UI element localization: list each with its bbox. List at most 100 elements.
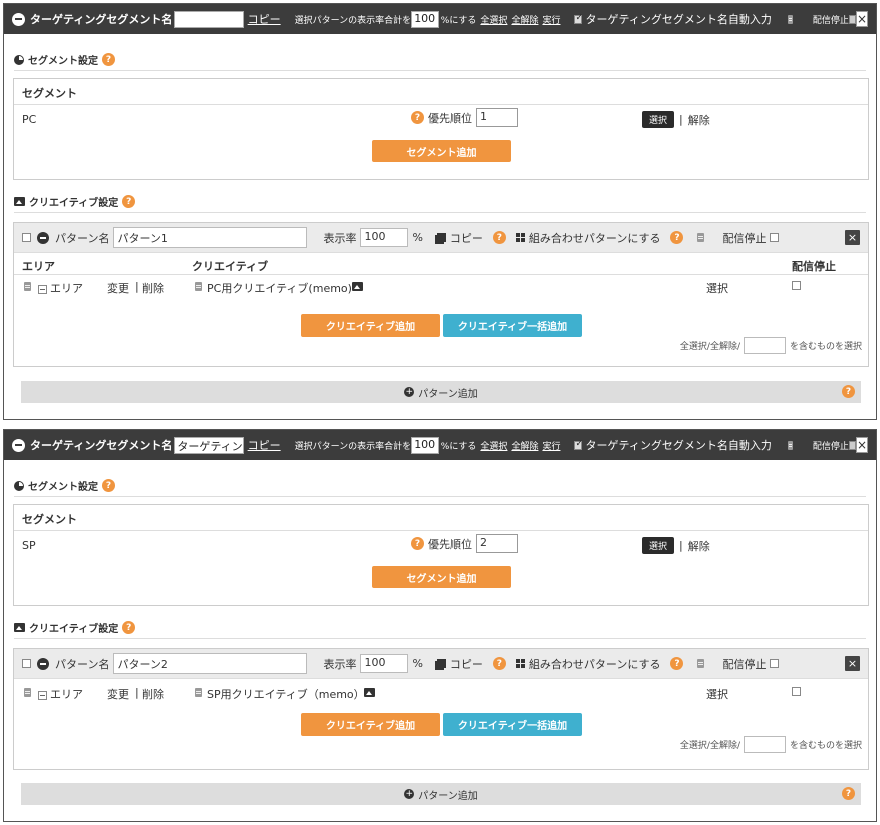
collapse-area-icon[interactable]	[38, 284, 47, 294]
stop-checkbox[interactable]	[848, 14, 856, 24]
creative-stop-checkbox[interactable]	[792, 687, 801, 696]
add-creative-button[interactable]: クリエイティブ追加	[301, 713, 440, 736]
creative-settings-label: クリエイティブ設定	[29, 624, 119, 635]
execute-link[interactable]: 実行	[542, 13, 560, 26]
rate-total-input[interactable]: 100	[411, 10, 439, 28]
bulk-add-creative-button[interactable]: クリエイティブ一括追加	[443, 713, 582, 736]
add-segment-button[interactable]: セグメント追加	[372, 566, 511, 588]
pattern-checkbox[interactable]	[22, 659, 31, 668]
memo-icon[interactable]	[697, 659, 705, 668]
memo-icon[interactable]	[787, 440, 793, 450]
close-icon[interactable]: ×	[845, 656, 860, 671]
select-button[interactable]: 選択	[642, 111, 675, 128]
deselect-all-link[interactable]: 全解除	[511, 439, 538, 452]
segment-settings-label: セグメント設定	[28, 482, 98, 493]
help-icon[interactable]: ?	[492, 231, 506, 244]
close-icon[interactable]: ×	[855, 11, 868, 27]
execute-link[interactable]: 実行	[542, 439, 560, 452]
combo-icon[interactable]	[515, 233, 525, 242]
memo-icon[interactable]	[24, 688, 31, 697]
select-all-link[interactable]: 全選択	[480, 439, 507, 452]
pattern-stop-checkbox[interactable]	[770, 659, 780, 668]
add-pattern-bar[interactable]: + パターン追加 ?	[21, 783, 861, 805]
creative-stop-checkbox[interactable]	[792, 281, 801, 290]
help-icon[interactable]: ?	[122, 621, 136, 634]
image-icon[interactable]	[364, 688, 375, 697]
stop-checkbox[interactable]	[848, 440, 856, 450]
help-icon[interactable]: ?	[842, 787, 855, 800]
segment-name-input[interactable]: ターゲティングセグ	[174, 436, 244, 454]
combo-icon[interactable]	[515, 659, 525, 668]
pattern-name-input[interactable]: パターン2	[113, 653, 308, 674]
add-pattern-label[interactable]: パターン追加	[418, 787, 478, 802]
combo-pattern-link[interactable]: 組み合わせパターンにする	[529, 230, 661, 246]
add-segment-button[interactable]: セグメント追加	[372, 140, 511, 162]
remove-link[interactable]: 解除	[688, 112, 710, 128]
copy-pattern-link[interactable]: コピー	[450, 230, 483, 246]
filter-prefix[interactable]: 全選択/全解除/	[680, 339, 740, 352]
pattern-name-input[interactable]: パターン1	[113, 227, 308, 248]
delete-link[interactable]: 削除	[142, 686, 164, 702]
add-creative-button[interactable]: クリエイティブ追加	[301, 314, 440, 337]
help-icon[interactable]: ?	[411, 111, 424, 124]
select-creative-link[interactable]: 選択	[706, 686, 728, 702]
filter-suffix[interactable]: を含むものを選択	[790, 738, 862, 751]
collapse-icon[interactable]	[37, 657, 49, 670]
filter-prefix[interactable]: 全選択/全解除/	[680, 738, 740, 751]
select-creative-link[interactable]: 選択	[706, 280, 728, 296]
copy-icon[interactable]	[436, 233, 446, 242]
divider	[14, 70, 866, 71]
filter-suffix[interactable]: を含むものを選択	[790, 339, 862, 352]
help-icon[interactable]: ?	[670, 657, 684, 670]
copy-link[interactable]: コピー	[248, 437, 281, 453]
memo-icon[interactable]	[787, 14, 793, 24]
help-icon[interactable]: ?	[670, 231, 684, 244]
collapse-icon[interactable]	[12, 12, 25, 26]
segment-name-input[interactable]	[174, 10, 244, 28]
help-icon[interactable]: ?	[122, 195, 136, 208]
add-pattern-bar[interactable]: + パターン追加 ?	[21, 381, 861, 403]
help-icon[interactable]: ?	[102, 479, 115, 492]
help-icon[interactable]: ?	[842, 385, 855, 398]
memo-icon[interactable]	[24, 282, 31, 291]
help-icon[interactable]: ?	[411, 537, 424, 550]
pattern-name-label: パターン名	[55, 657, 110, 671]
pattern-stop-checkbox[interactable]	[770, 233, 780, 242]
filter-input[interactable]	[743, 337, 786, 354]
rate-total-label: 選択パターンの表示率合計を	[294, 15, 412, 26]
help-icon[interactable]: ?	[102, 53, 115, 66]
auto-input-checkbox[interactable]	[574, 13, 583, 24]
change-link[interactable]: 変更	[107, 686, 129, 702]
delete-link[interactable]: 削除	[142, 280, 164, 296]
priority-input[interactable]: 1	[476, 108, 518, 127]
memo-icon[interactable]	[697, 233, 705, 242]
add-pattern-label[interactable]: パターン追加	[418, 385, 478, 400]
copy-link[interactable]: コピー	[248, 11, 281, 27]
collapse-icon[interactable]	[37, 231, 49, 244]
copy-pattern-link[interactable]: コピー	[450, 656, 483, 672]
image-icon[interactable]	[352, 282, 363, 291]
deselect-all-link[interactable]: 全解除	[511, 13, 538, 26]
auto-input-checkbox[interactable]	[574, 439, 583, 450]
pattern-checkbox[interactable]	[22, 233, 31, 242]
change-link[interactable]: 変更	[107, 280, 129, 296]
priority-input[interactable]: 2	[476, 534, 518, 553]
combo-pattern-link[interactable]: 組み合わせパターンにする	[529, 656, 661, 672]
display-rate-input[interactable]: 100	[360, 654, 409, 673]
pattern-stop-label: 配信停止	[722, 657, 767, 671]
collapse-area-icon[interactable]	[38, 690, 47, 700]
help-icon[interactable]: ?	[492, 657, 506, 670]
close-icon[interactable]: ×	[855, 437, 868, 453]
remove-link[interactable]: 解除	[688, 538, 710, 554]
bulk-add-creative-button[interactable]: クリエイティブ一括追加	[443, 314, 582, 337]
close-icon[interactable]: ×	[845, 230, 860, 245]
memo-icon[interactable]	[195, 688, 202, 697]
select-all-link[interactable]: 全選択	[480, 13, 507, 26]
collapse-icon[interactable]	[12, 438, 25, 452]
memo-icon[interactable]	[195, 282, 202, 291]
filter-input[interactable]	[743, 736, 786, 753]
select-button[interactable]: 選択	[642, 537, 675, 554]
copy-icon[interactable]	[436, 659, 446, 668]
rate-total-input[interactable]: 100	[411, 436, 439, 454]
display-rate-input[interactable]: 100	[360, 228, 409, 247]
